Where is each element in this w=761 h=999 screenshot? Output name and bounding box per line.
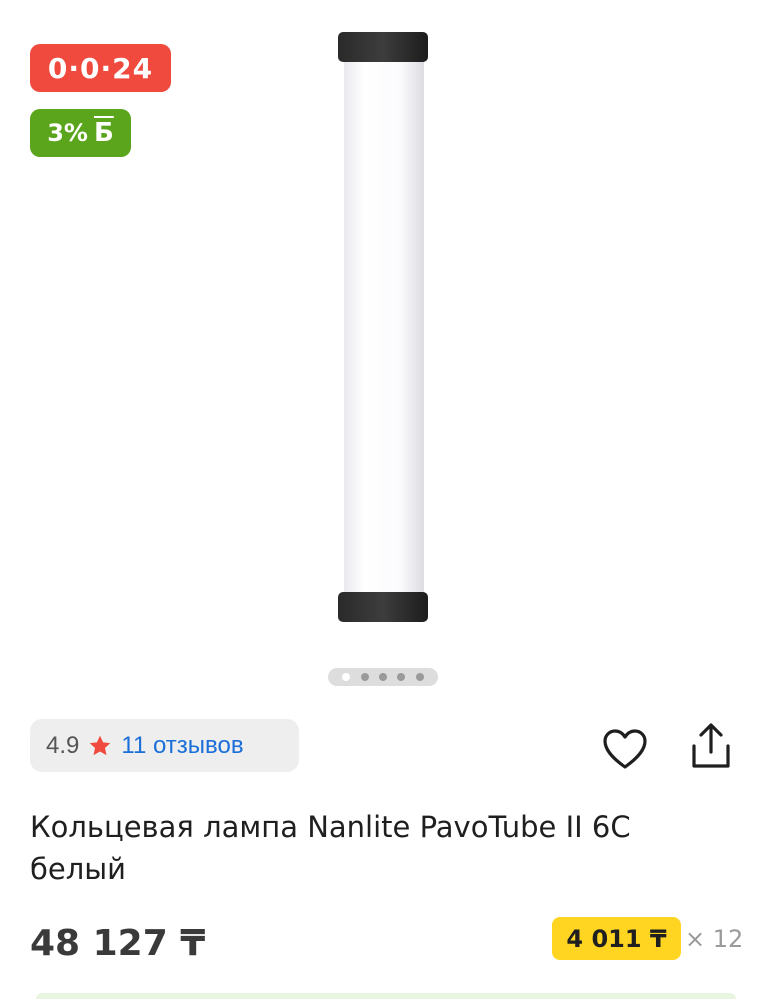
pager-dot[interactable] (397, 673, 406, 681)
monthly-payment-badge[interactable]: 4 011 ₸ (552, 917, 681, 960)
bottom-panel-edge (36, 993, 736, 999)
reviews-link[interactable]: 11 отзывов (121, 732, 243, 760)
installment-badge: 0·0·24 (30, 44, 171, 92)
gallery-pager[interactable] (328, 668, 438, 686)
star-icon (90, 735, 111, 755)
share-icon[interactable] (688, 722, 734, 770)
bonus-currency-icon: Б (93, 118, 114, 148)
product-gallery[interactable]: 0·0·24 3% Б (0, 0, 761, 700)
product-price: 48 127 ₸ (30, 922, 206, 964)
pager-dot[interactable] (415, 673, 424, 681)
bonus-percent: 3% (47, 119, 88, 147)
rating-value: 4.9 (46, 731, 80, 759)
installment-months: × 12 (685, 925, 744, 953)
pager-dot[interactable] (342, 673, 351, 681)
pager-dot[interactable] (378, 673, 387, 681)
monthly-payment-value: 4 011 ₸ (566, 924, 667, 953)
tube-light-illustration (338, 32, 428, 622)
heart-icon[interactable] (601, 727, 649, 771)
pager-dot[interactable] (360, 673, 369, 681)
installment-badge-text: 0·0·24 (47, 51, 154, 85)
bonus-badge: 3% Б (30, 109, 131, 157)
rating-reviews-chip[interactable]: 4.9 11 отзывов (30, 719, 299, 772)
product-title: Кольцевая лампа Nanlite PavoTube II 6C б… (30, 810, 631, 886)
product-image[interactable] (336, 30, 430, 624)
